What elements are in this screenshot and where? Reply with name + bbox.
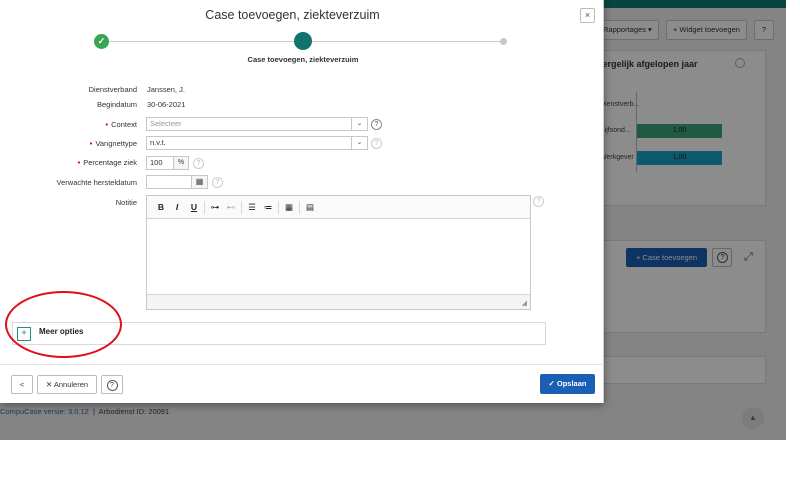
italic-button[interactable]: I <box>170 201 184 214</box>
begindatum-label: Begindatum <box>96 100 137 109</box>
dialog-title: Case toevoegen, ziekteverzuim <box>205 8 380 22</box>
help-icon[interactable]: ? <box>371 119 382 130</box>
step-label: Case toevoegen, ziekteverzuim <box>247 55 359 64</box>
percentage-unit: % <box>174 156 189 170</box>
bold-button[interactable]: B <box>154 201 168 214</box>
toolbar-divider <box>278 201 279 214</box>
cancel-button[interactable]: ✕ Annuleren <box>37 375 97 394</box>
help-icon[interactable]: ? <box>371 138 382 149</box>
screen: Rapportages ▾ + Widget toevoegen ? Verge… <box>0 0 800 500</box>
help-icon: ? <box>106 379 118 391</box>
bullet-list-icon[interactable]: ≔ <box>261 201 275 214</box>
percentage-label: • Percentage ziek <box>77 158 137 167</box>
table-icon[interactable]: ▦ <box>282 201 296 214</box>
resize-handle-icon[interactable]: ◢ <box>522 299 527 307</box>
vangnettype-label: • Vangnettype <box>89 139 137 148</box>
hersteldatum-label: Verwachte hersteldatum <box>56 178 137 187</box>
vangnettype-select[interactable]: n.v.t. ⌄ <box>146 136 368 150</box>
save-button[interactable]: ✓ Opslaan <box>540 374 595 394</box>
step-next <box>500 38 507 45</box>
help-icon[interactable]: ? <box>193 158 204 169</box>
percentage-input[interactable]: 100 <box>146 156 174 170</box>
editor-toolbar: B I U ⊶ ⊷ ☰ ≔ ▦ ▤ <box>147 196 530 219</box>
context-label: • Context <box>105 120 138 129</box>
chevron-down-icon: ⌄ <box>351 118 367 130</box>
step-current <box>294 32 312 50</box>
case-dialog: Case toevoegen, ziekteverzuim × ✓ Case t… <box>0 0 604 403</box>
hersteldatum-input[interactable] <box>146 175 192 189</box>
ordered-list-icon[interactable]: ☰ <box>245 201 259 214</box>
help-button[interactable]: ? <box>101 375 123 394</box>
link-icon[interactable]: ⊶ <box>208 201 222 214</box>
chevron-down-icon: ⌄ <box>351 137 367 149</box>
notitie-editor[interactable]: B I U ⊶ ⊷ ☰ ≔ ▦ ▤ ◢ <box>146 195 531 310</box>
toolbar-divider <box>299 201 300 214</box>
step-done-check-icon: ✓ <box>94 34 109 49</box>
unlink-icon[interactable]: ⊷ <box>224 201 238 214</box>
notitie-label: Notitie <box>115 198 137 207</box>
dienstverband-label: Dienstverband <box>88 85 137 94</box>
red-annotation-ellipse <box>5 291 122 358</box>
help-icon[interactable]: ? <box>212 177 223 188</box>
toolbar-divider <box>204 201 205 214</box>
editor-statusbar: ◢ <box>147 294 530 309</box>
toolbar-divider <box>241 201 242 214</box>
help-icon[interactable]: ? <box>533 196 544 207</box>
document-icon[interactable]: ▤ <box>303 201 317 214</box>
close-button[interactable]: × <box>580 8 595 23</box>
footer-divider <box>0 364 604 365</box>
dienstverband-value: Janssen, J. <box>147 85 185 94</box>
back-button[interactable]: < <box>11 375 33 394</box>
context-select[interactable]: Selecteer ⌄ <box>146 117 368 131</box>
calendar-icon[interactable]: ▦ <box>192 175 208 189</box>
underline-button[interactable]: U <box>187 201 201 214</box>
begindatum-value: 30-06-2021 <box>147 100 186 109</box>
